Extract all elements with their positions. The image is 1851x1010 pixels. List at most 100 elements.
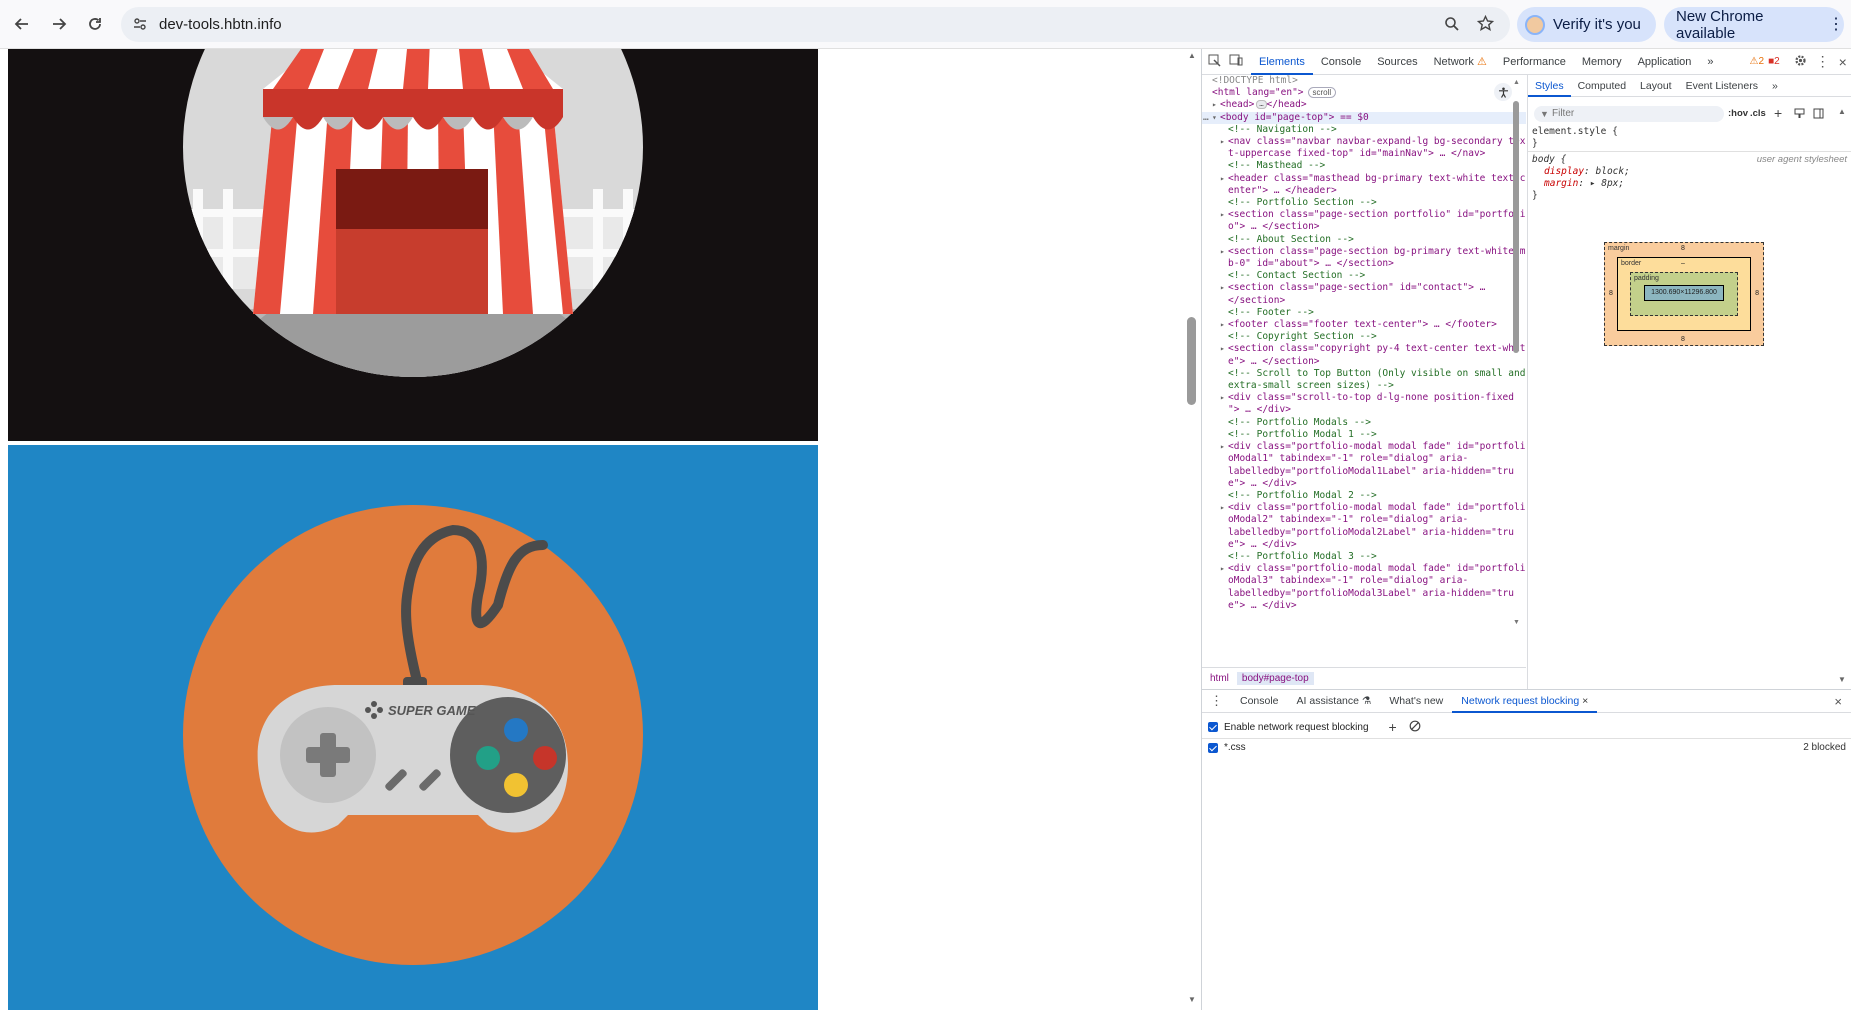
element-style-rule[interactable]: element.style { } [1532,126,1847,150]
tab-memory[interactable]: Memory [1574,49,1630,75]
dom-tree-line[interactable]: <!DOCTYPE html> [1202,75,1526,87]
close-devtools-icon[interactable]: × [1839,54,1847,70]
dom-tree-line[interactable]: ▸ <section class="copyright py-4 text-cen… [1202,343,1526,355]
expand-arrow-icon[interactable]: ▸ [1220,136,1225,148]
expand-arrow-icon[interactable]: ▸ [1220,282,1225,294]
dom-tree-line[interactable]: ▸ <div class="scroll-to-top d-lg-none pos… [1202,392,1526,404]
tab-network[interactable]: Network ⚠ [1426,49,1495,75]
styles-scroll-up-icon[interactable]: ▲ [1838,107,1846,116]
dom-tree-line[interactable]: <!-- Footer --> [1202,307,1526,319]
dom-tree-line[interactable]: <!-- Portfolio Modal 3 --> [1202,551,1526,563]
accessibility-tree-icon[interactable] [1494,83,1512,101]
dom-tree-line[interactable]: oModal1" tabindex="-1" role="dialog" ari… [1202,453,1526,465]
portfolio-item-game[interactable]: SUPER GAME [8,445,818,1010]
dom-tree-line[interactable]: e"> … </div> [1202,478,1526,490]
scroll-down-arrow-icon[interactable]: ▼ [1188,995,1196,1004]
dom-tree-line[interactable]: <!-- About Section --> [1202,234,1526,246]
expand-arrow-icon[interactable]: ▸ [1220,502,1225,514]
dom-tree-line[interactable]: labelledby="portfolioModal2Label" aria-h… [1202,527,1526,539]
back-icon[interactable] [10,12,34,36]
box-model-content[interactable]: 1300.690×11296.800 [1644,285,1724,301]
forward-icon[interactable] [47,12,71,36]
toggle-sidebar-icon[interactable] [1813,108,1824,122]
dom-tree-line[interactable]: extra-small screen sizes) --> [1202,380,1526,392]
cls-toggle[interactable]: .cls [1750,108,1766,119]
dom-tree-line[interactable]: e"> … </div> [1202,600,1526,612]
enable-blocking-label[interactable]: Enable network request blocking [1224,722,1369,733]
box-model-border[interactable]: border – padding 1300.690×11296.800 [1617,257,1751,331]
dom-tree-line[interactable]: <!-- Contact Section --> [1202,270,1526,282]
dom-tree-line[interactable]: e"> … </section> [1202,356,1526,368]
paint-icon[interactable] [1794,108,1805,122]
dom-tree-line[interactable]: ▸ <div class="portfolio-modal modal fade"… [1202,502,1526,514]
dom-tree-line[interactable]: labelledby="portfolioModal1Label" aria-h… [1202,466,1526,478]
reload-icon[interactable] [83,12,107,36]
hov-toggle[interactable]: :hov [1728,108,1748,119]
elements-scrollbar[interactable]: ▲ ▼ [1512,79,1520,639]
blocked-pattern-row[interactable]: *.css 2 blocked [1208,742,1846,753]
site-info-icon[interactable] [133,17,147,36]
dom-tree-line[interactable]: t-uppercase fixed-top" id="mainNav"> … <… [1202,148,1526,160]
expand-arrow-icon[interactable]: ▸ [1220,343,1225,355]
page-scrollbar[interactable]: ▲ ▼ [1185,49,1200,1010]
expand-arrow-icon[interactable]: ▸ [1220,441,1225,453]
dom-tree-line[interactable]: <!-- Portfolio Modal 2 --> [1202,490,1526,502]
expand-arrow-icon[interactable]: ▸ [1220,209,1225,221]
device-toolbar-icon[interactable] [1229,54,1243,69]
menu-kebab-icon[interactable]: ⋮ [1828,16,1844,32]
elements-scrollbar-thumb[interactable] [1513,101,1519,353]
dom-tree-line[interactable]: <!-- Masthead --> [1202,160,1526,172]
close-drawer-icon[interactable]: × [1834,694,1842,709]
url-text[interactable]: dev-tools.hbtn.info [159,16,282,33]
styles-scroll-down-icon[interactable]: ▼ [1838,675,1846,684]
body-user-agent-rule[interactable]: body {user agent stylesheet display: blo… [1532,154,1847,202]
settings-gear-icon[interactable] [1794,54,1807,70]
dom-tree-line[interactable]: ▸ <footer class="footer text-center"> … <… [1202,319,1526,331]
breadcrumb-html[interactable]: html [1202,673,1237,684]
inspect-element-icon[interactable] [1208,54,1221,70]
dom-tree-line[interactable]: <!-- Navigation --> [1202,124,1526,136]
dom-tree-line[interactable]: ▸ <div class="portfolio-modal modal fade"… [1202,563,1526,575]
dom-tree-line[interactable]: <!-- Copyright Section --> [1202,331,1526,343]
add-pattern-icon[interactable]: + [1389,719,1397,735]
box-model-padding[interactable]: padding 1300.690×11296.800 [1630,272,1738,316]
elements-dom-tree[interactable]: <!DOCTYPE html> <html lang="en"> scroll ▸ <h… [1202,75,1526,667]
portfolio-item-circus[interactable] [8,49,818,441]
errors-counter[interactable]: ■2 [1768,56,1780,67]
box-model-margin[interactable]: margin 8 8 8 8 border – padding 1300.690… [1604,242,1764,346]
scroll-badge[interactable]: scroll [1307,87,1337,99]
dom-tree-line[interactable]: </section> [1202,295,1526,307]
expand-arrow-icon[interactable]: ▸ [1220,173,1225,185]
devtools-menu-icon[interactable]: ⋮ [1816,53,1830,70]
dom-tree-line[interactable]: … ▾ <body id="page-top"> == $0 [1202,111,1526,124]
dom-tree-line[interactable]: labelledby="portfolioModal3Label" aria-h… [1202,588,1526,600]
tab-computed[interactable]: Computed [1571,75,1633,97]
close-tab-icon[interactable]: × [1582,695,1588,707]
dom-tree-line[interactable]: <html lang="en"> scroll [1202,87,1526,99]
dom-tree-line[interactable]: ▸ <section class="page-section portfolio"… [1202,209,1526,221]
address-bar[interactable]: dev-tools.hbtn.info [121,7,1510,42]
dom-tree-line[interactable]: ▸ <section class="page-section" id="conta… [1202,282,1526,294]
new-chrome-available-button[interactable]: New Chrome available ⋮ [1664,7,1844,42]
verify-its-you-button[interactable]: Verify it's you [1517,7,1656,42]
selected-node-dots[interactable]: … [1203,112,1209,124]
dom-tree-line[interactable]: <!-- Portfolio Modals --> [1202,417,1526,429]
bookmark-star-icon[interactable] [1476,14,1495,37]
expand-arrow-icon[interactable]: ▸ [1220,392,1225,404]
drawer-menu-icon[interactable]: ⋮ [1202,693,1231,709]
dom-tree-line[interactable]: oModal2" tabindex="-1" role="dialog" ari… [1202,514,1526,526]
enable-blocking-checkbox[interactable] [1208,722,1218,732]
dom-tree-line[interactable]: <!-- Portfolio Modal 1 --> [1202,429,1526,441]
more-tabs-icon[interactable]: » [1699,49,1721,75]
dom-tree-line[interactable]: enter"> … </header> [1202,185,1526,197]
drawer-tab-whats-new[interactable]: What's new [1380,690,1452,713]
tab-console[interactable]: Console [1313,49,1369,75]
dom-tree-line[interactable]: ▸ <section class="page-section bg-primary… [1202,246,1526,258]
pattern-checkbox[interactable] [1208,742,1218,753]
clear-patterns-icon[interactable] [1409,720,1421,735]
elements-scroll-up-icon[interactable]: ▲ [1513,79,1520,86]
tab-styles[interactable]: Styles [1528,75,1571,97]
breadcrumb-body[interactable]: body#page-top [1236,672,1314,685]
page-scrollbar-thumb[interactable] [1187,317,1196,405]
warnings-counter[interactable]: ⚠2 [1750,56,1765,67]
